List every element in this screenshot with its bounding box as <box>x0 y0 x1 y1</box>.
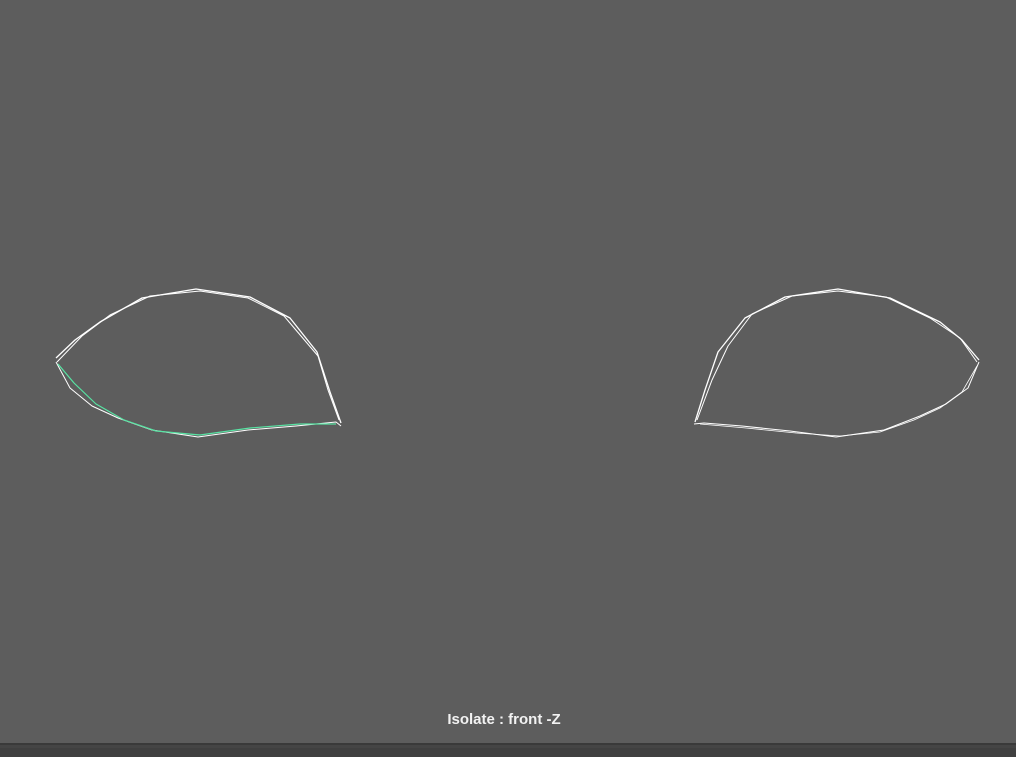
viewport-bottom-bar <box>0 743 1016 757</box>
left-eye-lower-selected-edge <box>57 363 336 436</box>
left-eye-lower-outline <box>55 361 342 438</box>
3d-viewport[interactable]: Isolate : front -Z <box>0 0 1016 757</box>
left-eye-upper-outline-inner <box>56 290 340 421</box>
left-eye-upper-outline <box>55 288 342 424</box>
viewport-canvas[interactable] <box>0 0 1016 743</box>
right-eye-upper-outline-inner <box>696 290 978 421</box>
left-eye-curve[interactable] <box>55 288 342 438</box>
isolate-view-label: Isolate : front -Z <box>447 711 561 728</box>
right-eye-curve[interactable] <box>693 288 980 438</box>
viewport-bottom-bar-track <box>0 748 1016 757</box>
right-eye-lower-outline <box>693 361 980 438</box>
right-eye-upper-outline <box>694 288 980 423</box>
